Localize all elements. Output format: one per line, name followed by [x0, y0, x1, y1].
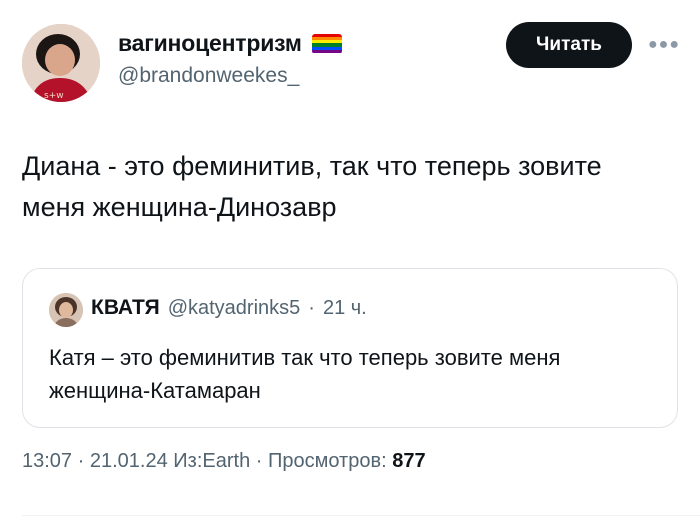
author-display-name[interactable]: вагиноцентризм: [118, 30, 302, 57]
tweet-meta: 13:07 · 21.01.24 Из:Earth · Просмотров: …: [22, 450, 426, 473]
quote-timestamp: 21 ч.: [322, 297, 367, 319]
follow-button[interactable]: Читать: [506, 22, 632, 68]
tweet-source: Из:Earth: [173, 450, 251, 472]
meta-separator: ·: [77, 450, 85, 472]
quote-text: Катя – это феминитив так что теперь зови…: [49, 345, 561, 403]
more-horizontal-icon[interactable]: ●●●: [648, 36, 680, 54]
meta-separator: ·: [255, 450, 263, 472]
rainbow-flag-icon: [311, 33, 342, 54]
author-name-row: вагиноцентризм: [118, 30, 342, 57]
tweet-time[interactable]: 13:07: [22, 450, 72, 472]
tweet-text: Диана - это феминитив, так что теперь зо…: [22, 151, 602, 222]
quote-separator: ·: [308, 297, 315, 319]
divider: [22, 515, 700, 516]
author-avatar[interactable]: s+w: [22, 24, 100, 102]
quote-author-avatar: [49, 293, 83, 327]
views-count: 877: [392, 450, 426, 472]
quote-author-handle: @katyadrinks5: [167, 297, 301, 319]
views-label: Просмотров:: [267, 450, 387, 472]
quote-author-name: КВАТЯ: [91, 296, 160, 319]
quote-header: КВАТЯ @katyadrinks5 · 21 ч.: [91, 296, 367, 320]
quote-tweet-card[interactable]: КВАТЯ @katyadrinks5 · 21 ч. Катя – это ф…: [22, 268, 678, 428]
tweet-date[interactable]: 21.01.24: [90, 450, 168, 472]
svg-text:s+w: s+w: [44, 91, 64, 101]
author-handle[interactable]: @brandonweekes_: [118, 64, 299, 88]
